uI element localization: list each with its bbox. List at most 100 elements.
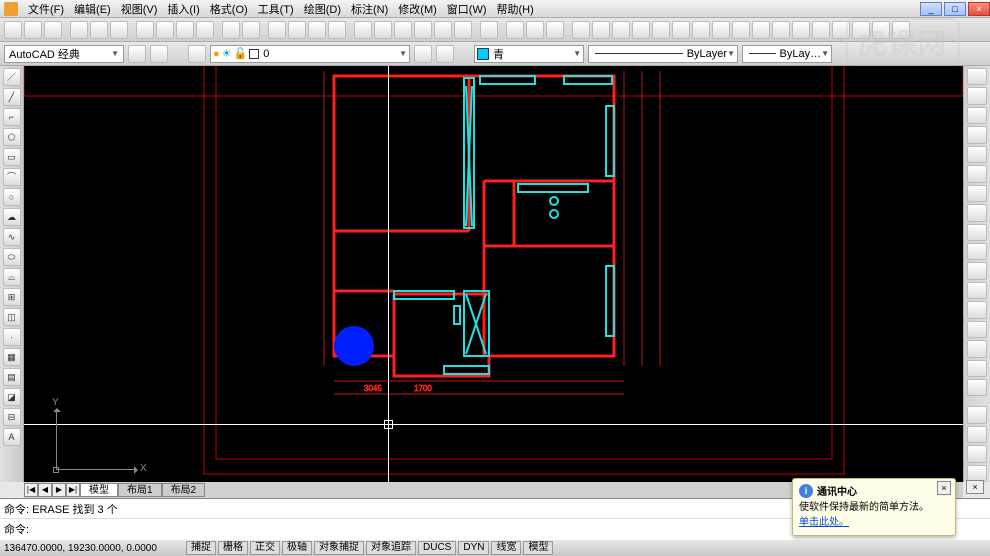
save-icon[interactable] [44,21,62,39]
ref-icon[interactable] [546,21,564,39]
line-icon[interactable]: ／ [3,68,21,86]
menu-modify[interactable]: 修改(M) [394,1,441,17]
layer-previous-icon[interactable] [414,45,432,63]
workspace-combo[interactable]: AutoCAD 经典 ▼ [4,45,124,63]
break-icon[interactable] [967,301,987,318]
dim-angular-icon[interactable] [652,21,670,39]
move-icon[interactable] [967,165,987,182]
tab-layout2[interactable]: 布局2 [162,483,206,497]
undo-icon[interactable] [222,21,240,39]
drawing-canvas[interactable]: 3045 1700 Y X [24,66,963,482]
menu-window[interactable]: 窗口(W) [443,1,491,17]
otrack-toggle[interactable]: 对象追踪 [366,541,416,555]
window-maximize-button[interactable]: □ [944,2,966,16]
rotate-icon[interactable] [967,185,987,202]
dyn-toggle[interactable]: DYN [458,541,489,555]
dim-baseline-icon[interactable] [692,21,710,39]
extra-icon-c[interactable] [872,21,890,39]
break-at-point-icon[interactable] [967,282,987,299]
menu-file[interactable]: 文件(F) [24,1,68,17]
tab-nav-prev-icon[interactable]: ◀ [38,483,52,497]
distance-icon[interactable] [967,406,987,423]
mtext-icon[interactable]: A [3,428,21,446]
spline-icon[interactable]: ∿ [3,228,21,246]
list-icon[interactable] [967,445,987,462]
copy-obj-icon[interactable] [967,87,987,104]
zoom-realtime-icon[interactable] [288,21,306,39]
extra-icon-d[interactable] [892,21,910,39]
window-minimize-button[interactable]: _ [920,2,942,16]
dim-linear-icon[interactable] [572,21,590,39]
properties-icon[interactable] [354,21,372,39]
dim-edit-icon[interactable] [772,21,790,39]
dim-continue-icon[interactable] [672,21,690,39]
dim-radius-icon[interactable] [612,21,630,39]
publish-icon[interactable] [110,21,128,39]
menu-draw[interactable]: 绘图(D) [300,1,345,17]
array-icon[interactable] [967,146,987,163]
dim-update-icon[interactable] [812,21,830,39]
open-icon[interactable] [24,21,42,39]
revcloud-icon[interactable]: ☁ [3,208,21,226]
redo-icon[interactable] [242,21,260,39]
polyline-icon[interactable]: ⌐ [3,108,21,126]
ortho-toggle[interactable]: 正交 [250,541,280,555]
zoom-window-icon[interactable] [308,21,326,39]
mirror-icon[interactable] [967,107,987,124]
layer-combo[interactable]: ● ☀ 🔓 0 ▼ [210,45,410,63]
sheetset-icon[interactable] [414,21,432,39]
layer-manager-icon[interactable] [188,45,206,63]
ellipse-arc-icon[interactable]: ⌓ [3,268,21,286]
tray-close-button[interactable]: × [966,480,984,494]
tab-model[interactable]: 模型 [80,483,118,497]
lineweight-combo[interactable]: ByLay… ▼ [742,45,832,63]
make-block-icon[interactable]: ◫ [3,308,21,326]
tab-nav-next-icon[interactable]: ▶ [52,483,66,497]
markup-icon[interactable] [434,21,452,39]
dim-leader-icon[interactable] [712,21,730,39]
area-icon[interactable] [967,426,987,443]
menu-format[interactable]: 格式(O) [206,1,252,17]
pan-icon[interactable] [268,21,286,39]
copy-icon[interactable] [156,21,174,39]
linetype-combo[interactable]: ByLayer ▼ [588,45,738,63]
xref-icon[interactable] [526,21,544,39]
block-icon[interactable] [506,21,524,39]
dim-diameter-icon[interactable] [632,21,650,39]
ducs-toggle[interactable]: DUCS [418,541,456,555]
polar-toggle[interactable]: 极轴 [282,541,312,555]
chamfer-icon[interactable] [967,340,987,357]
dim-tolerance-icon[interactable] [732,21,750,39]
lwt-toggle[interactable]: 线宽 [491,541,521,555]
grid-toggle[interactable]: 栅格 [218,541,248,555]
model-toggle[interactable]: 模型 [523,541,553,555]
circle-icon[interactable]: ○ [3,188,21,206]
extend-icon[interactable] [967,262,987,279]
window-close-button[interactable]: × [968,2,990,16]
ellipse-icon[interactable]: ⬭ [3,248,21,266]
tab-layout1[interactable]: 布局1 [118,483,162,497]
offset-icon[interactable] [967,126,987,143]
arc-icon[interactable]: ⌒ [3,168,21,186]
trim-icon[interactable] [967,243,987,260]
balloon-link[interactable]: 单击此处。 [799,513,949,528]
scale-icon[interactable] [967,204,987,221]
erase-icon[interactable] [967,68,987,85]
point-icon[interactable]: · [3,328,21,346]
hatch-icon[interactable]: ▦ [3,348,21,366]
menu-dimension[interactable]: 标注(N) [347,1,392,17]
polygon-icon[interactable]: ⬠ [3,128,21,146]
stretch-icon[interactable] [967,224,987,241]
xline-icon[interactable]: ╱ [3,88,21,106]
fillet-icon[interactable] [967,360,987,377]
workspace-save-icon[interactable] [150,45,168,63]
plot-icon[interactable] [70,21,88,39]
zoom-previous-icon[interactable] [328,21,346,39]
menu-view[interactable]: 视图(V) [117,1,162,17]
table-icon[interactable]: ⊟ [3,408,21,426]
preview-icon[interactable] [90,21,108,39]
layer-states-icon[interactable] [436,45,454,63]
insert-block-icon[interactable]: ⊞ [3,288,21,306]
quickcalc-icon[interactable] [454,21,472,39]
matchprop-icon[interactable] [196,21,214,39]
